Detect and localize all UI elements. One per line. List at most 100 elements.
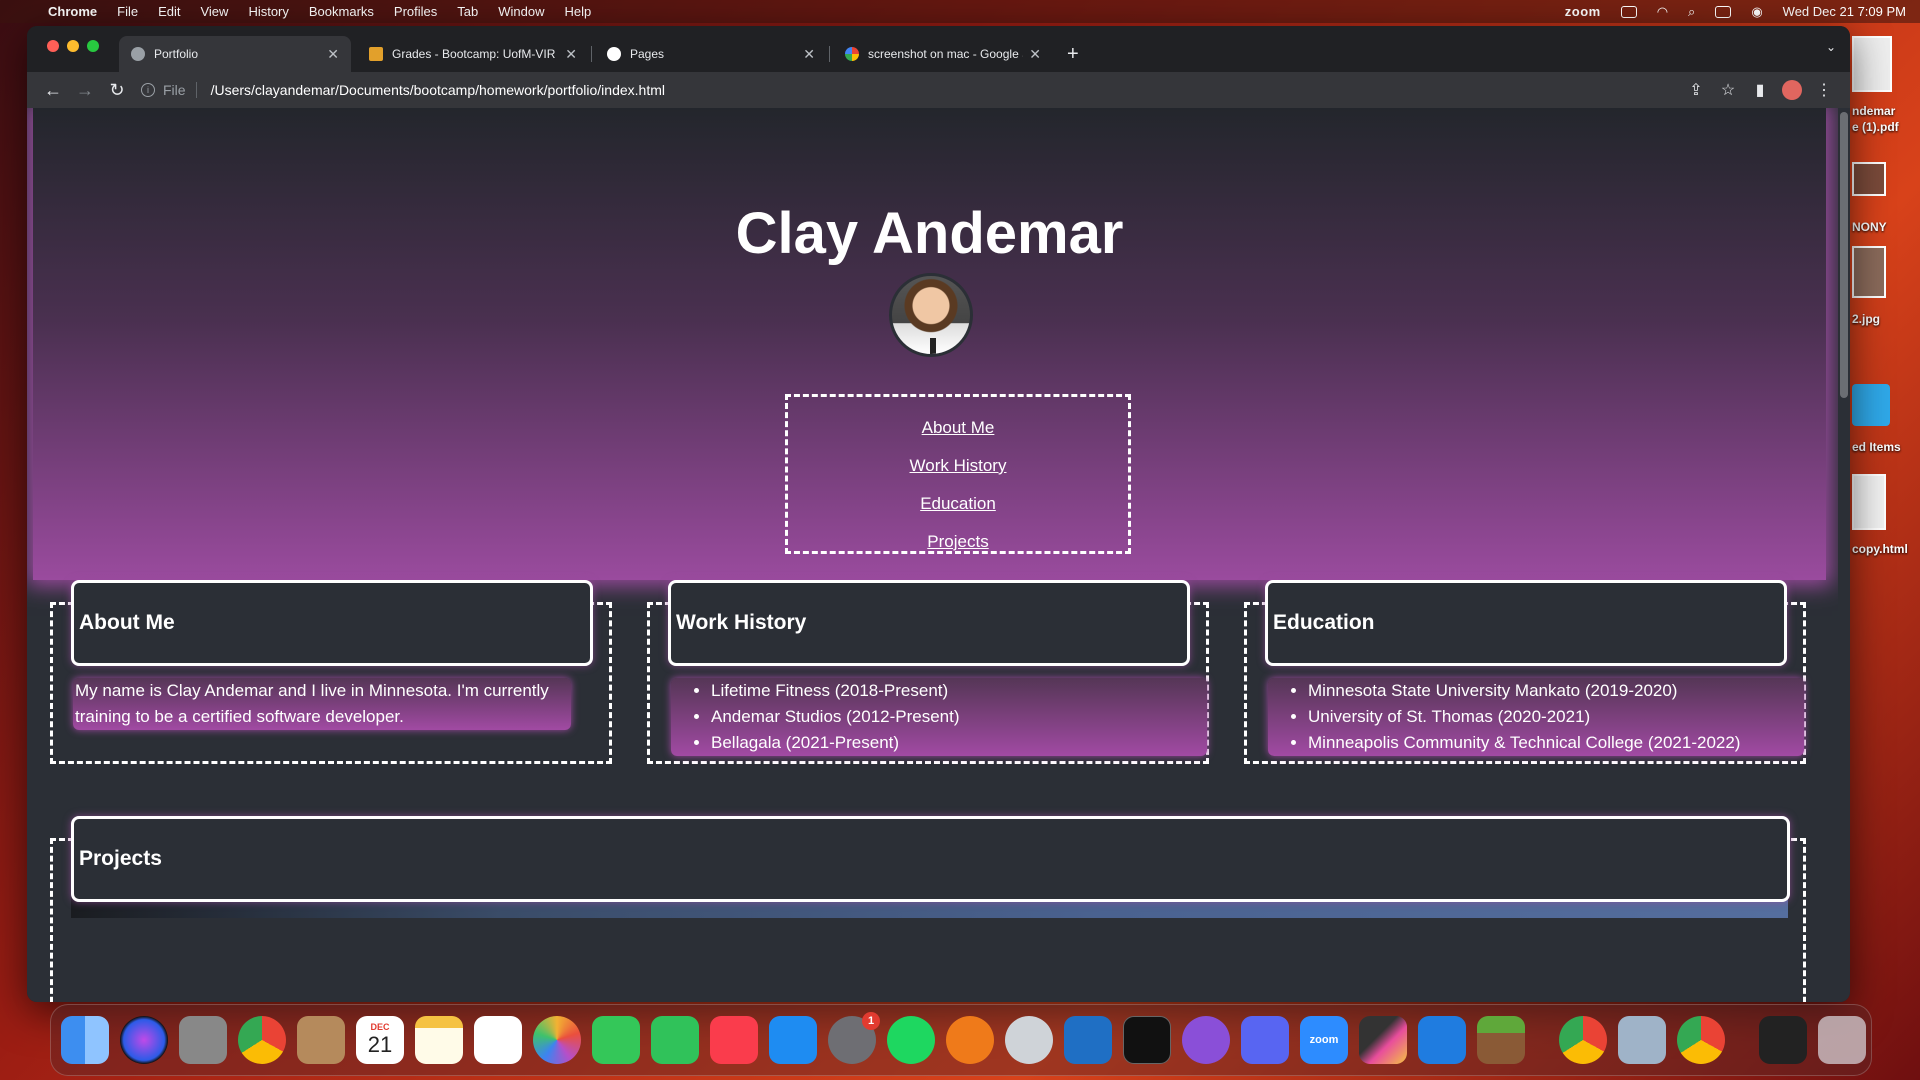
search-icon[interactable]: ⌕ <box>1688 4 1695 20</box>
bookmark-star-icon[interactable]: ☆ <box>1712 80 1744 100</box>
close-tab-icon[interactable]: ✕ <box>803 46 815 63</box>
menu-edit[interactable]: Edit <box>158 4 180 19</box>
side-panel-icon[interactable]: ▮ <box>1744 80 1776 100</box>
minecraft-icon[interactable] <box>1477 1016 1525 1064</box>
desktop-image-icon[interactable] <box>1852 162 1886 196</box>
zoom-status-item[interactable]: zoom <box>1565 4 1601 19</box>
desktop-pdf-icon[interactable] <box>1852 36 1892 92</box>
final-cut-icon[interactable] <box>1359 1016 1407 1064</box>
chrome-app-icon[interactable] <box>1677 1016 1725 1064</box>
chrome-app-icon[interactable] <box>1559 1016 1607 1064</box>
launchpad-icon[interactable] <box>179 1016 227 1064</box>
terminal-icon[interactable] <box>1123 1016 1171 1064</box>
back-icon[interactable]: ← <box>37 80 69 101</box>
close-tab-icon[interactable]: ✕ <box>1029 46 1041 63</box>
fl-studio-icon[interactable] <box>946 1016 994 1064</box>
tab-grades[interactable]: Grades - Bootcamp: UofM-VIR ✕ <box>357 36 592 72</box>
downloads-stack-icon[interactable] <box>1759 1016 1807 1064</box>
tab-title: Pages <box>630 47 665 61</box>
section-heading: Education <box>1265 580 1787 666</box>
work-history-list: Lifetime Fitness (2018-Present) Andemar … <box>671 678 1207 756</box>
spotify-icon[interactable] <box>887 1016 935 1064</box>
notes-icon[interactable] <box>415 1016 463 1064</box>
tab-search-chevron-icon[interactable]: ⌄ <box>1826 40 1836 54</box>
more-menu-icon[interactable]: ⋮ <box>1808 80 1840 100</box>
menu-app-name[interactable]: Chrome <box>48 4 97 19</box>
finder-icon[interactable] <box>61 1016 109 1064</box>
menu-view[interactable]: View <box>200 4 228 19</box>
dock: DEC 21 1 zoom <box>50 1004 1872 1076</box>
apple-icon[interactable] <box>14 4 28 20</box>
profile-avatar[interactable] <box>1782 80 1802 100</box>
github-desktop-icon[interactable] <box>1182 1016 1230 1064</box>
control-center-icon[interactable] <box>1715 5 1732 18</box>
nav-link-about-me[interactable]: About Me <box>922 409 995 447</box>
browser-window: Portfolio ✕ Grades - Bootcamp: UofM-VIR … <box>27 26 1850 1002</box>
discord-icon[interactable] <box>1241 1016 1289 1064</box>
close-window-button[interactable] <box>47 40 59 52</box>
battery-icon[interactable] <box>1620 5 1637 18</box>
wifi-icon[interactable]: ◠ <box>1657 4 1668 20</box>
address-scheme: File <box>163 82 197 98</box>
reload-icon[interactable]: ↻ <box>101 80 133 101</box>
siri-icon[interactable]: ◉ <box>1751 4 1762 20</box>
calendar-icon[interactable]: DEC 21 <box>356 1016 404 1064</box>
desktop-label: ndemar <box>1852 104 1896 118</box>
forward-icon[interactable]: → <box>69 80 101 101</box>
preview-icon[interactable] <box>1618 1016 1666 1064</box>
logic-icon[interactable] <box>1005 1016 1053 1064</box>
desktop-html-file-icon[interactable] <box>1852 474 1886 530</box>
system-settings-icon[interactable]: 1 <box>828 1012 880 1064</box>
tab-portfolio[interactable]: Portfolio ✕ <box>119 36 351 72</box>
nav-link-work-history[interactable]: Work History <box>910 447 1007 485</box>
photos-icon[interactable] <box>533 1016 581 1064</box>
minimize-window-button[interactable] <box>67 40 79 52</box>
menu-bookmarks[interactable]: Bookmarks <box>309 4 374 19</box>
menu-help[interactable]: Help <box>565 4 592 19</box>
page-title: Clay Andemar <box>735 201 1124 266</box>
tab-pages[interactable]: Pages ✕ <box>595 36 830 72</box>
menu-window[interactable]: Window <box>498 4 544 19</box>
desktop-folder-icon[interactable] <box>1852 384 1890 426</box>
address-bar[interactable]: i File /Users/clayandemar/Documents/boot… <box>141 76 1680 104</box>
list-item: University of St. Thomas (2020-2021) <box>1308 704 1804 730</box>
scrollbar-thumb[interactable] <box>1840 112 1848 398</box>
facetime-icon[interactable] <box>651 1016 699 1064</box>
desktop-image-icon[interactable] <box>1852 246 1886 298</box>
menu-clock[interactable]: Wed Dec 21 7:09 PM <box>1783 4 1906 19</box>
close-tab-icon[interactable]: ✕ <box>327 46 339 63</box>
trash-icon[interactable] <box>1818 1016 1866 1064</box>
app-store-icon[interactable] <box>769 1016 817 1064</box>
tab-google-search[interactable]: screenshot on mac - Google S ✕ <box>833 36 1053 72</box>
new-tab-button[interactable]: + <box>1067 36 1079 72</box>
siri-icon[interactable] <box>120 1016 168 1064</box>
messages-icon[interactable] <box>592 1016 640 1064</box>
music-icon[interactable] <box>710 1016 758 1064</box>
address-url[interactable]: /Users/clayandemar/Documents/bootcamp/ho… <box>211 82 665 98</box>
reminders-icon[interactable] <box>474 1016 522 1064</box>
globe-icon <box>131 47 145 61</box>
tab-title: Grades - Bootcamp: UofM-VIR <box>392 47 556 61</box>
vscode-icon[interactable] <box>1064 1016 1112 1064</box>
menu-profiles[interactable]: Profiles <box>394 4 437 19</box>
github-icon <box>607 47 621 61</box>
site-info-icon[interactable]: i <box>141 83 155 97</box>
education-list: Minnesota State University Mankato (2019… <box>1268 678 1804 756</box>
zoom-window-button[interactable] <box>87 40 99 52</box>
menu-tab[interactable]: Tab <box>457 4 478 19</box>
menu-file[interactable]: File <box>117 4 138 19</box>
nav-link-education[interactable]: Education <box>920 485 996 523</box>
onedrive-icon[interactable] <box>1418 1016 1466 1064</box>
chrome-icon[interactable] <box>238 1016 286 1064</box>
close-tab-icon[interactable]: ✕ <box>565 46 577 63</box>
list-item: Minneapolis Community & Technical Colleg… <box>1308 730 1804 756</box>
share-icon[interactable]: ⇪ <box>1680 80 1712 100</box>
zoom-icon[interactable]: zoom <box>1300 1016 1348 1064</box>
menu-history[interactable]: History <box>248 4 288 19</box>
page-viewport[interactable]: Clay Andemar About Me Work History Educa… <box>27 108 1838 1002</box>
contacts-icon[interactable] <box>297 1016 345 1064</box>
google-icon <box>845 47 859 61</box>
canvas-icon <box>369 47 383 61</box>
vertical-scrollbar[interactable] <box>1838 108 1850 1002</box>
nav-link-projects[interactable]: Projects <box>927 523 988 561</box>
